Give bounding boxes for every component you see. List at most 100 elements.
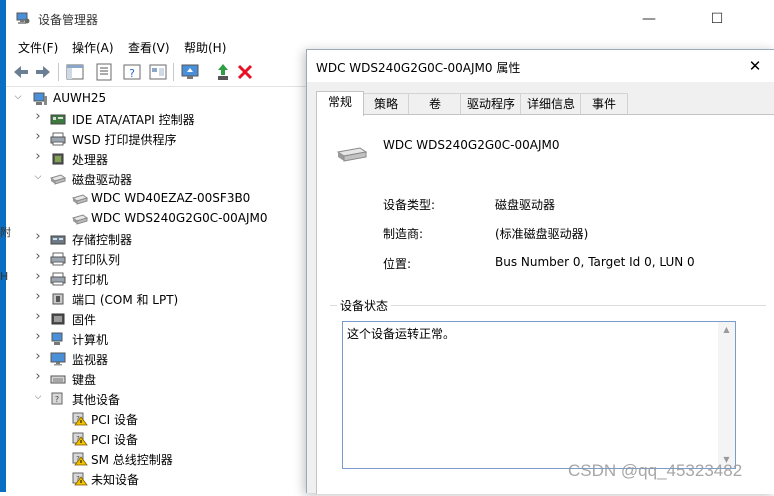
expand-chevron-icon[interactable]: › <box>33 329 43 344</box>
tree-item-label: PCI 设备 <box>91 433 138 447</box>
expand-chevron-icon[interactable]: › <box>33 249 43 264</box>
location-label: 位置: <box>383 257 412 271</box>
tab-policies[interactable]: 策略 <box>362 93 410 115</box>
expand-chevron-icon[interactable]: › <box>33 129 43 144</box>
collapse-chevron-icon[interactable]: ⌵ <box>33 172 43 182</box>
device-manager-icon <box>16 12 30 24</box>
manufacturer-label: 制造商: <box>383 227 424 241</box>
tab-events[interactable]: 事件 <box>580 93 628 115</box>
tree-item-label: 监视器 <box>72 353 109 367</box>
location-value: Bus Number 0, Target Id 0, LUN 0 <box>495 255 695 269</box>
back-icon[interactable] <box>11 62 31 82</box>
tree-item-label: WDC WD40EZAZ-00SF3B0 <box>91 191 251 205</box>
toolbar-separator <box>173 63 174 81</box>
expand-chevron-icon[interactable]: › <box>33 149 43 164</box>
tree-item-label: 打印机 <box>72 273 109 287</box>
manufacturer-value: (标准磁盘驱动器) <box>495 227 589 241</box>
unknown-device-icon: ? <box>51 392 63 405</box>
expand-chevron-icon[interactable]: › <box>33 309 43 324</box>
processor-icon <box>52 153 64 165</box>
help-icon[interactable]: ? <box>122 62 142 82</box>
storage-controller-icon <box>50 235 66 245</box>
device-name: WDC WDS240G2G0C-00AJM0 <box>383 138 560 152</box>
device-status-text: 这个设备运转正常。 <box>347 327 456 341</box>
svg-text:?: ? <box>129 67 135 80</box>
menu-file[interactable]: 文件(F) <box>18 39 58 56</box>
computer-icon <box>51 332 63 345</box>
console-tree-icon[interactable] <box>65 62 85 82</box>
watermark: CSDN @qq_45323482 <box>568 461 743 480</box>
menu-action[interactable]: 操作(A) <box>72 39 114 56</box>
details-icon[interactable] <box>148 62 168 82</box>
tree-item-label: 计算机 <box>72 333 109 347</box>
disk-drive-icon <box>50 174 66 185</box>
menu-view[interactable]: 查看(V) <box>128 39 170 56</box>
disk-drive-icon <box>72 214 88 225</box>
expand-chevron-icon[interactable]: › <box>33 289 43 304</box>
tree-item-label: 键盘 <box>72 373 97 387</box>
warning-device-icon: ? <box>72 452 88 466</box>
tree-item-label: 端口 (COM 和 LPT) <box>72 293 179 307</box>
firmware-icon <box>51 313 65 325</box>
computer-icon <box>33 92 47 105</box>
expand-chevron-icon[interactable]: › <box>33 269 43 284</box>
expand-chevron-icon[interactable]: › <box>33 109 43 124</box>
uninstall-icon[interactable] <box>235 62 255 82</box>
expand-chevron-icon[interactable]: › <box>33 349 43 364</box>
scan-icon[interactable] <box>180 62 200 82</box>
tree-root-label: AUWH25 <box>53 91 107 105</box>
title-bar: 设备管理器 — ☐ <box>6 0 774 36</box>
update-driver-icon[interactable] <box>213 62 233 82</box>
menu-help[interactable]: 帮助(H) <box>184 39 226 56</box>
window-title: 设备管理器 <box>38 13 99 27</box>
scroll-up-icon[interactable]: ▲ <box>718 322 735 338</box>
device-type-value: 磁盘驱动器 <box>495 198 556 212</box>
keyboard-icon <box>50 375 66 384</box>
ide-controller-icon <box>50 114 66 125</box>
collapse-chevron-icon[interactable]: ⌵ <box>13 92 23 102</box>
printer-icon <box>50 252 66 266</box>
port-icon <box>52 293 64 305</box>
maximize-button[interactable]: ☐ <box>694 6 740 32</box>
tree-item-label: 打印队列 <box>72 253 121 267</box>
device-status-textbox[interactable]: 这个设备运转正常。 ▲ ▼ <box>342 321 736 469</box>
warning-device-icon: ? <box>72 412 88 426</box>
status-scrollbar[interactable]: ▲ ▼ <box>718 322 735 468</box>
toolbar-separator <box>58 63 59 81</box>
tree-item-label: WSD 打印提供程序 <box>72 133 177 147</box>
dialog-title: WDC WDS240G2G0C-00AJM0 属性 <box>316 61 521 75</box>
tree-item-label: 其他设备 <box>72 393 121 407</box>
tree-item-label: 磁盘驱动器 <box>72 173 133 187</box>
tree-item-label: 固件 <box>72 313 97 327</box>
device-status-title: 设备状态 <box>337 297 392 314</box>
printer-icon <box>50 132 66 146</box>
tree-item-label: PCI 设备 <box>91 413 138 427</box>
collapse-chevron-icon[interactable]: ⌵ <box>33 392 43 402</box>
disk-drive-icon <box>72 194 88 205</box>
warning-device-icon: ? <box>72 432 88 446</box>
tree-item-label: SM 总线控制器 <box>91 453 173 467</box>
monitor-icon <box>50 352 66 366</box>
dialog-title-bar: WDC WDS240G2G0C-00AJM0 属性 ✕ <box>307 50 774 82</box>
minimize-button[interactable]: — <box>626 6 672 32</box>
tree-item-label: 存储控制器 <box>72 233 133 247</box>
device-type-label: 设备类型: <box>383 198 436 212</box>
tree-item-label: WDC WDS240G2G0C-00AJM0 <box>91 211 268 225</box>
tab-general[interactable]: 常规 <box>316 91 364 116</box>
tab-driver[interactable]: 驱动程序 <box>460 93 522 115</box>
tree-item-label: 未知设备 <box>91 473 140 487</box>
device-tree: ⌵ AUWH25 › IDE ATA/ATAPI 控制器 › WSD 打印提供程序 › 处… <box>6 88 306 492</box>
dialog-close-button[interactable]: ✕ <box>735 50 774 82</box>
tree-item-label: IDE ATA/ATAPI 控制器 <box>72 113 195 127</box>
properties-icon[interactable] <box>94 62 114 82</box>
tab-details[interactable]: 详细信息 <box>520 93 582 115</box>
warning-device-icon: ? <box>72 472 88 486</box>
general-tab-panel: WDC WDS240G2G0C-00AJM0 设备类型: 磁盘驱动器 制造商: … <box>316 114 774 494</box>
printer-icon <box>50 272 66 286</box>
expand-chevron-icon[interactable]: › <box>33 229 43 244</box>
forward-icon[interactable] <box>33 62 53 82</box>
expand-chevron-icon[interactable]: › <box>33 369 43 384</box>
tab-volumes[interactable]: 卷 <box>408 93 462 115</box>
properties-dialog: WDC WDS240G2G0C-00AJM0 属性 ✕ 常规 策略 卷 驱动程序… <box>306 49 774 494</box>
disk-drive-icon <box>336 147 368 162</box>
